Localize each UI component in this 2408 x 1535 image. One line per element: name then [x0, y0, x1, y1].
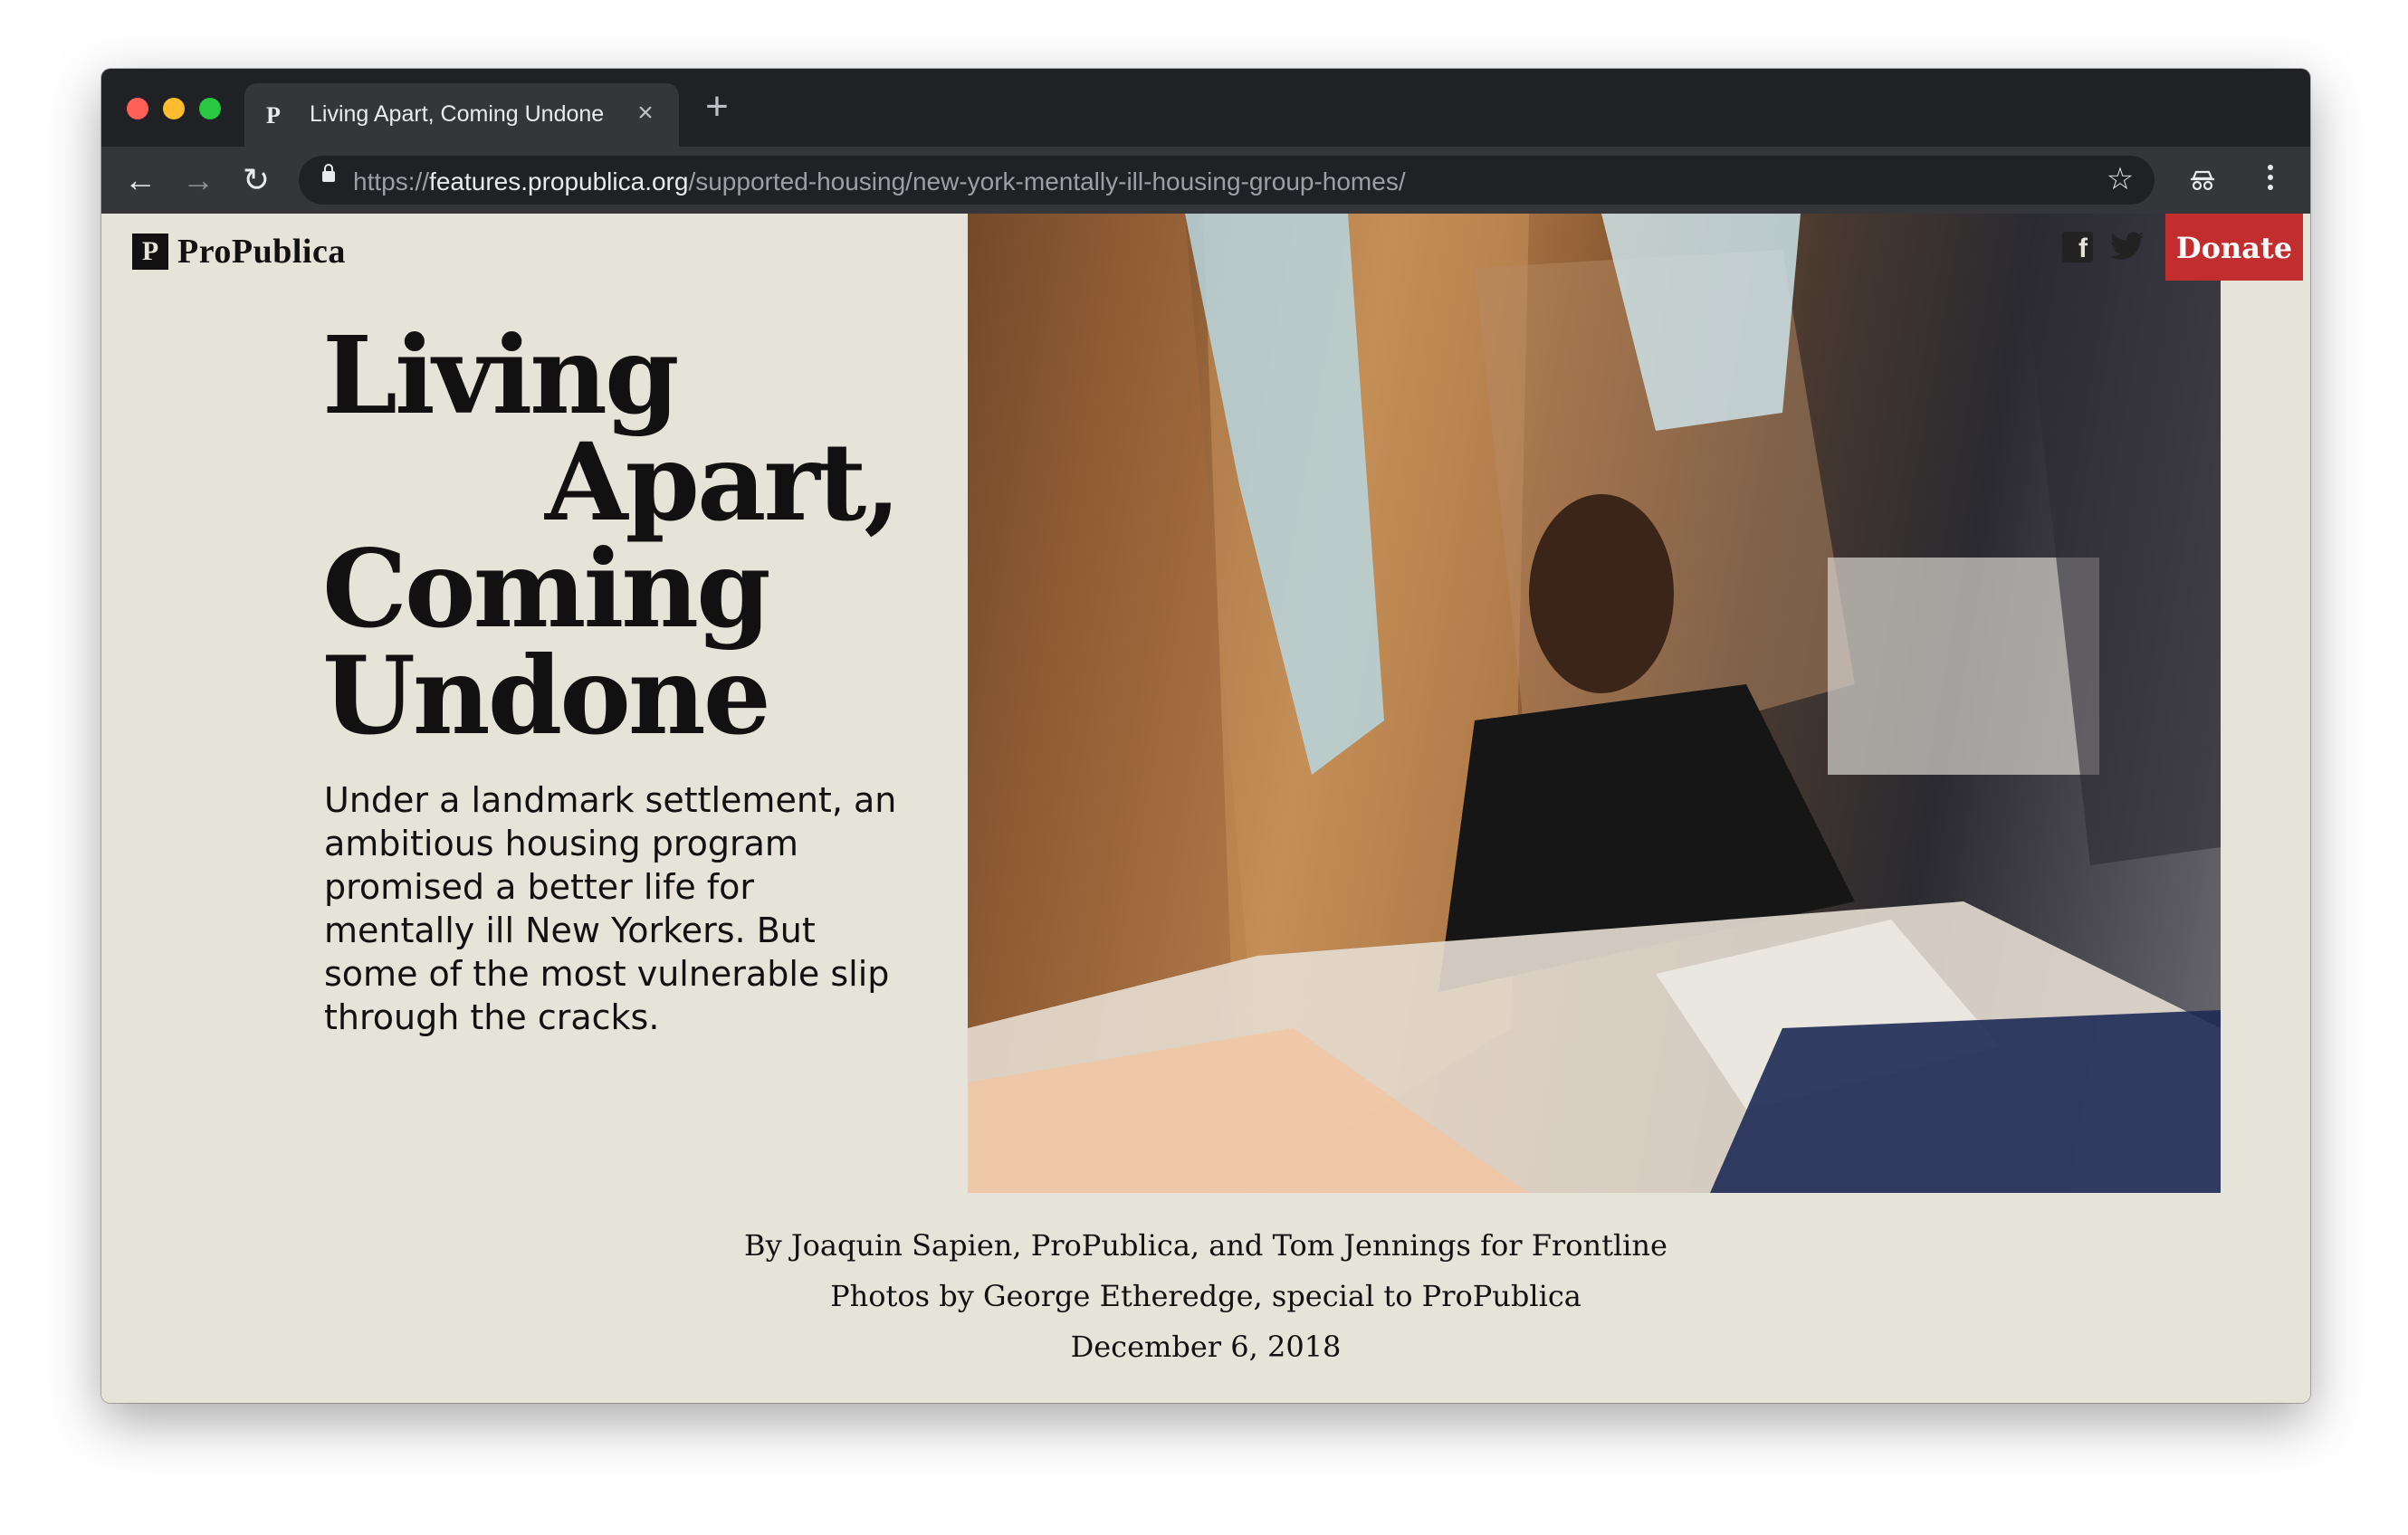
- tab-active[interactable]: P Living Apart, Coming Undone ×: [244, 83, 679, 147]
- lock-icon: [322, 164, 335, 182]
- donate-button[interactable]: Donate: [2165, 214, 2303, 281]
- propublica-favicon-icon: P: [266, 102, 281, 129]
- url-scheme: https://: [353, 167, 430, 195]
- close-window-button[interactable]: [127, 98, 148, 119]
- tab-strip: P Living Apart, Coming Undone × +: [101, 69, 2310, 147]
- propublica-logo[interactable]: P ProPublica: [132, 232, 346, 272]
- hero-photo: [968, 214, 2221, 1193]
- facebook-glyph: f: [2078, 234, 2088, 263]
- propublica-logo-text: ProPublica: [177, 233, 346, 271]
- tab-close-icon[interactable]: ×: [632, 100, 659, 127]
- tab-title: Living Apart, Coming Undone: [310, 101, 605, 127]
- headline-line-4: Undone: [322, 633, 771, 758]
- byline-photo-credit: Photos by George Etheredge, special to P…: [830, 1279, 1581, 1313]
- facebook-share-icon[interactable]: f: [2062, 232, 2093, 262]
- byline-authors: By Joaquin Sapien, ProPublica, and Tom J…: [744, 1228, 1667, 1263]
- hero-photo-illustration: [968, 214, 2221, 1193]
- new-tab-button[interactable]: +: [699, 87, 735, 127]
- browser-toolbar: ← → ↻ https://features.propublica.org/su…: [101, 147, 2310, 214]
- article-headline: Living Apart, Coming Undone: [322, 322, 938, 749]
- incognito-extension-icon[interactable]: [2189, 167, 2216, 194]
- headline-line-3: Coming: [322, 526, 771, 652]
- article-dek: Under a landmark settlement, an ambitiou…: [324, 780, 897, 1037]
- twitter-share-icon[interactable]: [2109, 230, 2145, 262]
- url-path: /supported-housing/new-york-mentally-ill…: [688, 167, 1406, 195]
- article-page: P ProPublica Living Apart, Coming Undone…: [101, 214, 2310, 1403]
- browser-menu-icon[interactable]: [2263, 165, 2278, 195]
- publish-date: December 6, 2018: [1070, 1330, 1342, 1364]
- bookmark-star-icon[interactable]: ☆: [2104, 163, 2136, 195]
- reload-button[interactable]: ↻: [235, 159, 277, 201]
- headline-line-1: Living: [322, 312, 680, 438]
- address-bar[interactable]: https://features.propublica.org/supporte…: [299, 156, 2155, 205]
- back-button[interactable]: ←: [119, 159, 161, 201]
- browser-window: P Living Apart, Coming Undone × + ← → ↻ …: [101, 69, 2310, 1403]
- minimize-window-button[interactable]: [163, 98, 185, 119]
- headline-line-2: Apart,: [545, 419, 901, 545]
- url-text[interactable]: https://features.propublica.org/supporte…: [353, 167, 1406, 196]
- url-host: features.propublica.org: [429, 167, 689, 195]
- propublica-logo-mark-icon: P: [132, 234, 168, 270]
- forward-button[interactable]: →: [177, 159, 219, 201]
- article-byline-block: By Joaquin Sapien, ProPublica, and Tom J…: [101, 1220, 2310, 1372]
- maximize-window-button[interactable]: [199, 98, 221, 119]
